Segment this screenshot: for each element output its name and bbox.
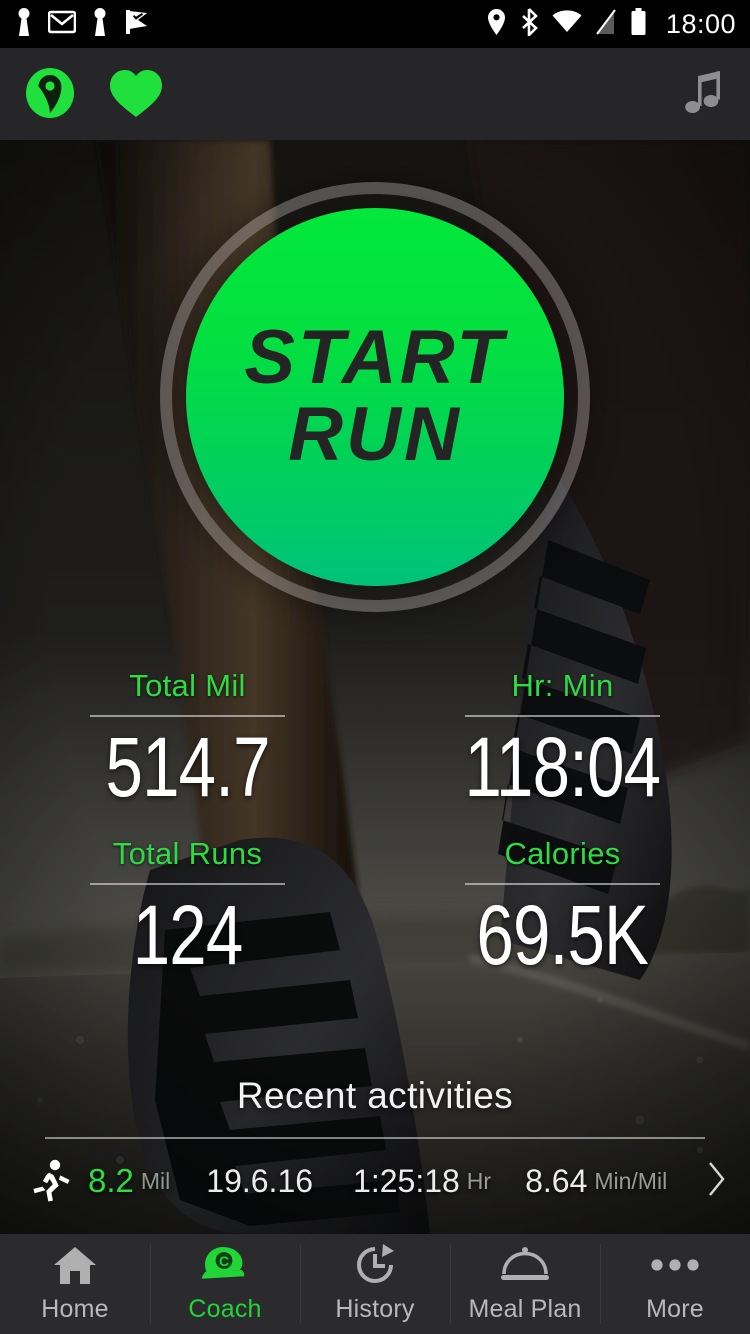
- start-run-area: START RUN: [160, 182, 590, 612]
- stat-value: 118:04: [464, 720, 662, 814]
- music-note-icon[interactable]: [680, 70, 726, 118]
- nav-item-meal-plan[interactable]: Meal Plan: [450, 1234, 600, 1334]
- bluetooth-icon: [520, 7, 539, 41]
- status-bar-clock: 18:00: [665, 8, 736, 39]
- status-bar-system: 18:00: [486, 7, 736, 41]
- main-content: START RUN Total Mil 514.7 Hr: Min 118:04…: [0, 140, 750, 1234]
- stat-hr-min: Hr: Min 118:04: [375, 668, 750, 812]
- nav-item-coach[interactable]: C Coach: [150, 1234, 300, 1334]
- stat-divider: [465, 883, 660, 886]
- home-icon: [52, 1244, 98, 1286]
- stat-label: Total Runs: [112, 836, 263, 872]
- nav-item-more[interactable]: More: [600, 1234, 750, 1334]
- stat-total-mil: Total Mil 514.7: [0, 668, 375, 812]
- activity-pace: 8.64: [525, 1162, 588, 1199]
- stat-value: 514.7: [105, 720, 270, 814]
- status-bar: 18:00: [0, 0, 750, 48]
- no-signal-icon: [595, 8, 617, 40]
- heart-icon[interactable]: [108, 68, 164, 120]
- running-person-icon: [30, 1159, 76, 1203]
- checkmark-flag-icon: [124, 8, 151, 41]
- nav-item-home[interactable]: Home: [0, 1234, 150, 1334]
- nav-item-history[interactable]: History: [300, 1234, 450, 1334]
- nav-label: Coach: [188, 1295, 262, 1323]
- activity-row[interactable]: 8.2 Mil 19.6.16 1:25:18 Hr 8.64 Min/Mil: [0, 1139, 750, 1203]
- nav-label: Home: [41, 1295, 109, 1323]
- nav-label: More: [646, 1295, 704, 1323]
- keyhole-icon: [14, 7, 34, 42]
- chevron-right-icon[interactable]: [706, 1160, 728, 1203]
- stat-divider: [90, 715, 285, 717]
- start-run-label-line2: RUN: [288, 392, 462, 477]
- keyhole-icon: [90, 7, 110, 42]
- activity-distance: 8.2: [88, 1162, 134, 1199]
- bottom-navigation: Home C Coach History Meal Plan More: [0, 1234, 750, 1334]
- more-dots-icon: [650, 1244, 700, 1286]
- activity-date: 19.6.16: [206, 1162, 314, 1199]
- history-clock-icon: [353, 1244, 397, 1286]
- stat-label: Total Mil: [129, 668, 246, 703]
- stat-value: 69.5K: [476, 888, 649, 983]
- status-bar-notifications: [14, 7, 151, 42]
- recent-activities-title: Recent activities: [236, 1075, 514, 1116]
- activity-duration-unit: Hr: [466, 1167, 492, 1194]
- stat-divider: [90, 883, 285, 886]
- location-pin-icon: [486, 8, 507, 41]
- stat-label: Calories: [504, 836, 621, 872]
- activity-duration: 1:25:18: [353, 1162, 460, 1199]
- activity-distance-unit: Mil: [140, 1167, 171, 1194]
- nav-label: Meal Plan: [468, 1295, 582, 1323]
- gps-status-icon[interactable]: [24, 66, 76, 122]
- start-run-button[interactable]: START RUN: [186, 208, 564, 586]
- app-screen: 18:00 START RUN Total Mil 514.7 Hr: Min …: [0, 0, 750, 1334]
- stat-total-runs: Total Runs 124: [0, 836, 375, 980]
- recent-activities-section: Recent activities 8.2 Mil 19.6.16 1:25:1…: [0, 1075, 750, 1203]
- stat-calories: Calories 69.5K: [375, 836, 750, 980]
- app-bar-left-actions: [24, 66, 164, 122]
- stat-value: 124: [132, 888, 244, 983]
- wifi-icon: [552, 9, 582, 39]
- svg-text:C: C: [219, 1253, 229, 1269]
- activity-pace-unit: Min/Mil: [594, 1167, 668, 1194]
- gmail-icon: [47, 10, 77, 39]
- battery-icon: [630, 7, 647, 41]
- food-dome-icon: [499, 1244, 551, 1286]
- app-bar-right-actions: [680, 70, 726, 118]
- cap-icon: C: [199, 1244, 251, 1286]
- stat-label: Hr: Min: [511, 668, 614, 703]
- stat-divider: [465, 715, 660, 717]
- stats-grid: Total Mil 514.7 Hr: Min 118:04 Total Run…: [0, 668, 750, 980]
- app-bar: [0, 48, 750, 140]
- nav-label: History: [335, 1295, 415, 1323]
- start-run-label-line1: START: [244, 315, 506, 401]
